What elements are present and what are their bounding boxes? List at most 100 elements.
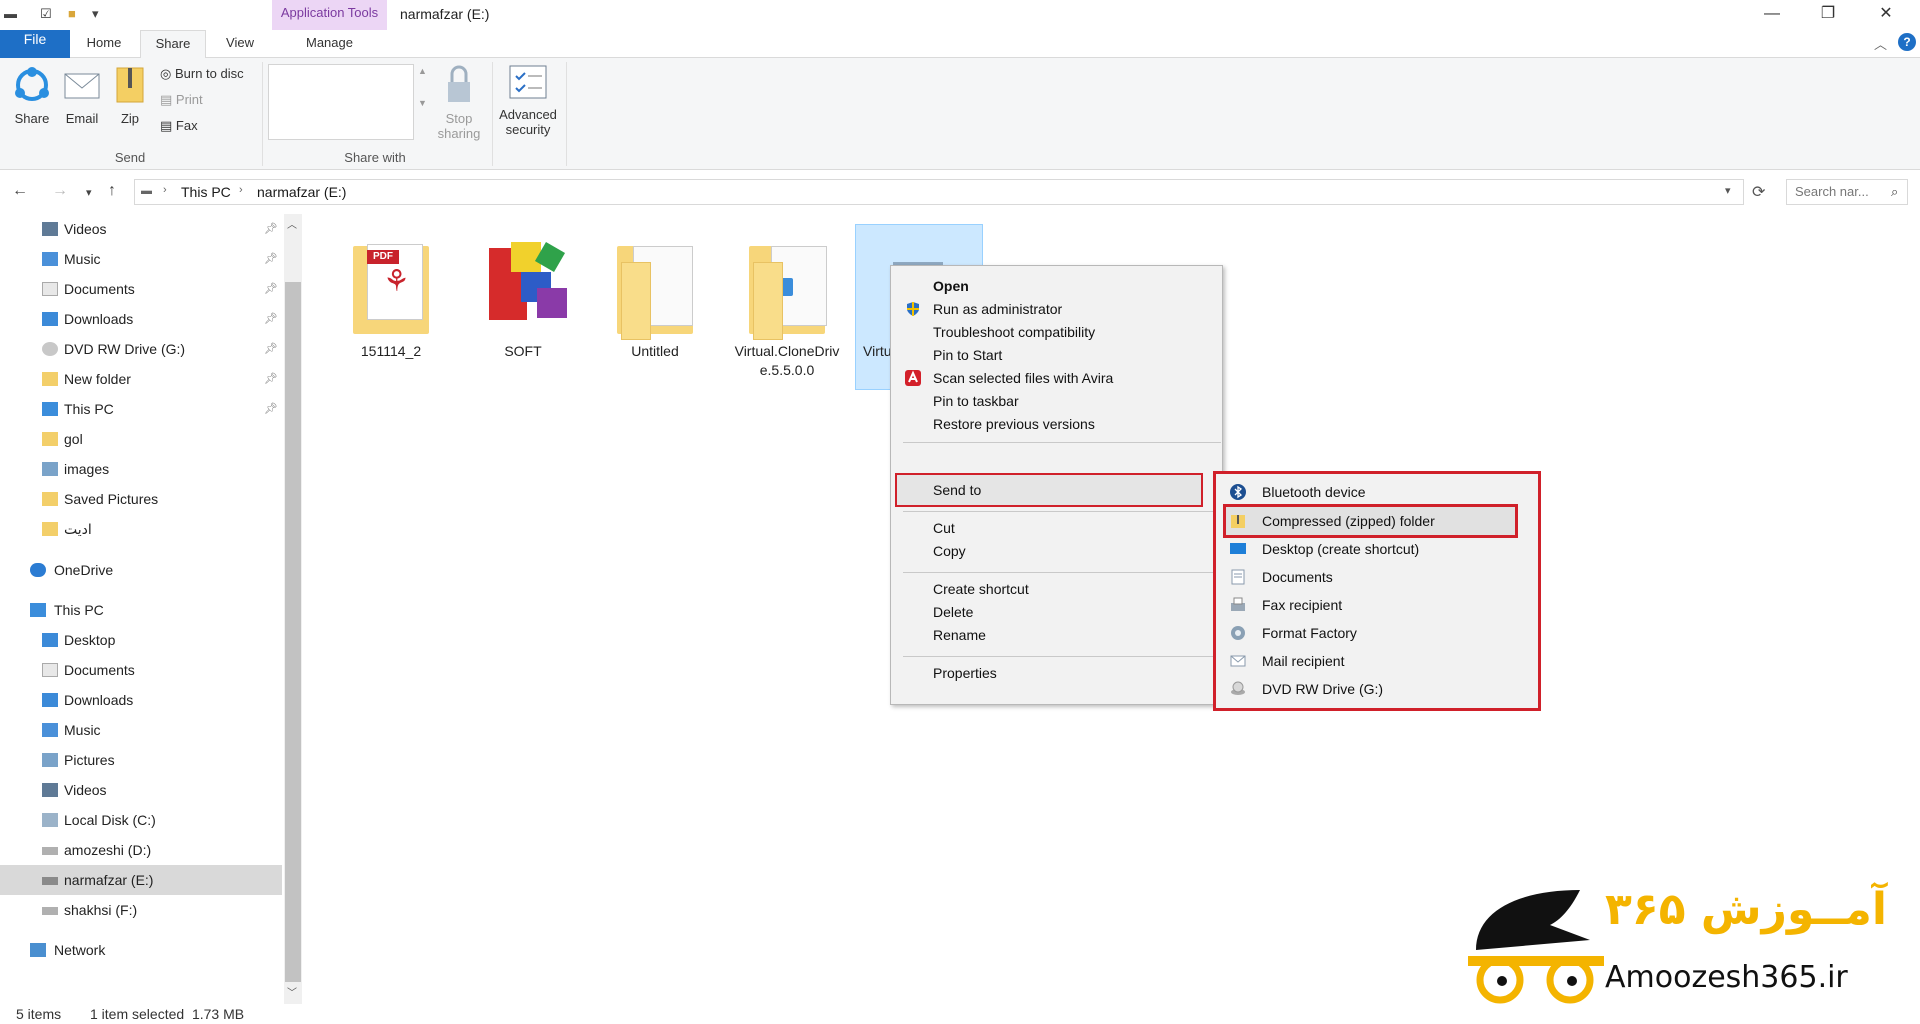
fax-button[interactable]: ▤ Fax (160, 118, 198, 134)
file-item[interactable]: PDF ⚘ 151114_2 (329, 236, 453, 361)
advanced-security-button[interactable]: Advanced security (496, 64, 560, 137)
new-folder-icon[interactable]: ■ (68, 6, 76, 21)
menu-separator (903, 656, 1221, 657)
tab-share[interactable]: Share (140, 30, 206, 59)
tab-home[interactable]: Home (72, 30, 136, 58)
nav-item-documents[interactable]: Documents 📌︎ (0, 274, 282, 304)
restore-button[interactable]: ❐ (1800, 0, 1856, 30)
nav-item-network[interactable]: Network (0, 935, 282, 965)
stop-sharing-button[interactable]: Stop sharing (432, 64, 486, 141)
zip-button[interactable]: Zip (110, 66, 150, 126)
recent-locations-icon[interactable]: ▾ (86, 186, 92, 199)
send-to-bluetooth[interactable]: Bluetooth device (1216, 478, 1538, 506)
print-button[interactable]: ▤ Print (160, 92, 203, 108)
nav-item-dvd-drive[interactable]: DVD RW Drive (G:) 📌︎ (0, 334, 282, 364)
pin-icon[interactable]: 📌︎ (264, 394, 278, 424)
pin-icon[interactable]: 📌︎ (264, 304, 278, 334)
send-to-dvd-drive[interactable]: DVD RW Drive (G:) (1216, 675, 1538, 703)
nav-scrollbar-thumb[interactable] (285, 282, 301, 982)
collapse-ribbon-icon[interactable]: ︿ (1874, 34, 1887, 53)
menu-item-send-to[interactable]: Send to › (891, 477, 1224, 503)
nav-item-this-pc[interactable]: This PC (0, 595, 282, 625)
chevron-right-icon: › (163, 184, 167, 196)
send-to-documents[interactable]: Documents (1216, 563, 1538, 591)
file-item[interactable]: Untitled (593, 236, 717, 361)
nav-item-desktop[interactable]: Desktop (0, 625, 282, 655)
nav-item-this-pc-pinned[interactable]: This PC 📌︎ (0, 394, 282, 424)
back-arrow-icon[interactable]: ← (12, 182, 28, 200)
file-label: Untitled (631, 343, 679, 359)
scroll-up-icon[interactable]: ︿ (287, 216, 297, 231)
nav-item-downloads-pc[interactable]: Downloads (0, 685, 282, 715)
close-button[interactable]: ✕ (1858, 0, 1914, 30)
downloads-folder-icon (42, 693, 58, 707)
email-button[interactable]: Email (60, 66, 104, 126)
nav-item-saved-pictures[interactable]: Saved Pictures (0, 484, 282, 514)
menu-item-rename[interactable]: Rename (891, 622, 1222, 648)
file-item[interactable]: SOFT (461, 236, 585, 361)
pin-icon[interactable]: 📌︎ (264, 364, 278, 394)
menu-item-copy[interactable]: Copy (891, 538, 1222, 564)
nav-item-local-disk-c[interactable]: Local Disk (C:) (0, 805, 282, 835)
dvd-drive-icon (42, 342, 58, 356)
group-separator (492, 62, 493, 166)
properties-icon[interactable]: ☑ (40, 6, 52, 22)
refresh-icon[interactable]: ⟳ (1752, 182, 1765, 202)
nav-item-new-folder[interactable]: New folder 📌︎ (0, 364, 282, 394)
scroll-down-icon[interactable]: ﹀ (287, 984, 297, 999)
nav-item-drive-e[interactable]: narmafzar (E:) (0, 865, 282, 895)
search-input[interactable]: Search nar... ⌕ (1786, 179, 1908, 205)
tab-manage[interactable]: Manage (272, 30, 387, 58)
nav-item-videos[interactable]: Videos 📌︎ (0, 214, 282, 244)
share-with-list[interactable] (268, 64, 414, 140)
menu-item-properties[interactable]: Properties (891, 660, 1222, 686)
pin-icon[interactable]: 📌︎ (264, 244, 278, 274)
email-icon (64, 73, 100, 99)
nav-item-music[interactable]: Music 📌︎ (0, 244, 282, 274)
nav-item-videos-pc[interactable]: Videos (0, 775, 282, 805)
chevron-down-icon[interactable]: ▾ (1725, 184, 1731, 197)
send-to-compressed-folder[interactable]: Compressed (zipped) folder (1216, 507, 1538, 535)
send-to-desktop[interactable]: Desktop (create shortcut) (1216, 535, 1538, 563)
breadcrumb-this-pc[interactable]: This PC (181, 184, 231, 200)
nav-item-onedrive[interactable]: OneDrive (0, 555, 282, 585)
send-to-format-factory[interactable]: Format Factory (1216, 619, 1538, 647)
nav-item-downloads[interactable]: Downloads 📌︎ (0, 304, 282, 334)
minimize-button[interactable]: — (1744, 0, 1800, 30)
burn-to-disc-button[interactable]: ◎ Burn to disc (160, 66, 244, 82)
navigation-row: ← → ▾ ↑ ▬ › This PC › narmafzar (E:) ▾ ⟳… (0, 176, 1920, 208)
scroll-up-icon[interactable]: ▲ (418, 66, 427, 76)
tab-view[interactable]: View (210, 30, 270, 58)
nav-item-gol[interactable]: gol (0, 424, 282, 454)
quick-access-dropdown-icon[interactable]: ▾ (92, 6, 99, 22)
nav-item-music-pc[interactable]: Music (0, 715, 282, 745)
help-icon[interactable]: ? (1898, 33, 1916, 51)
nav-item-drive-f[interactable]: shakhsi (F:) (0, 895, 282, 925)
nav-item-documents-pc[interactable]: Documents (0, 655, 282, 685)
forward-arrow-icon[interactable]: → (52, 182, 68, 200)
nav-item-pictures[interactable]: Pictures (0, 745, 282, 775)
nav-item-images[interactable]: images (0, 454, 282, 484)
send-to-fax[interactable]: Fax recipient (1216, 591, 1538, 619)
pin-icon[interactable]: 📌︎ (264, 334, 278, 364)
folder-icon (42, 432, 58, 446)
up-arrow-icon[interactable]: ↑ (108, 182, 116, 200)
disc-icon: ◎ (160, 66, 172, 81)
pin-icon[interactable]: 📌︎ (264, 214, 278, 244)
file-item[interactable]: Virtual.CloneDriv e.5.5.0.0 (725, 236, 849, 380)
nav-item-drive-d[interactable]: amozeshi (D:) (0, 835, 282, 865)
nav-item-edit[interactable]: ادیت (0, 514, 282, 544)
send-to-mail[interactable]: Mail recipient (1216, 647, 1538, 675)
pin-icon[interactable]: 📌︎ (264, 274, 278, 304)
tab-file[interactable]: File (0, 30, 70, 58)
pdf-folder-icon: PDF ⚘ (343, 236, 439, 336)
music-folder-icon (42, 252, 58, 266)
scroll-down-icon[interactable]: ▼ (418, 98, 427, 108)
breadcrumb-drive[interactable]: narmafzar (E:) (257, 184, 346, 200)
ribbon-tabs: File Home Share View Manage ︿ ? (0, 30, 1920, 59)
menu-item-restore-versions[interactable]: Restore previous versions (891, 411, 1222, 437)
share-button[interactable]: Share (8, 66, 56, 126)
address-bar[interactable]: ▬ › This PC › narmafzar (E:) ▾ (134, 179, 1744, 205)
drive-icon: ▬ (4, 6, 17, 21)
folder-icon (42, 492, 58, 506)
